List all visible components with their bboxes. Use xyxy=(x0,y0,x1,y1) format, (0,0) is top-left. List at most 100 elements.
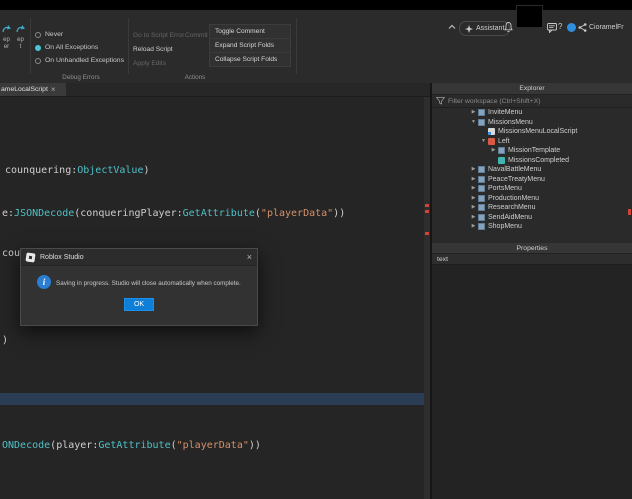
radio-icon xyxy=(35,58,41,64)
gui-icon xyxy=(478,166,485,173)
frame-red-icon xyxy=(488,138,495,145)
localscript-icon xyxy=(488,128,495,135)
error-mark xyxy=(425,232,429,235)
debug-errors-options: Never On All Exceptions On Unhandled Excep… xyxy=(35,28,127,67)
step-label-fragment: er xyxy=(4,44,9,51)
tab-close-icon[interactable]: × xyxy=(51,86,56,94)
chevron-right-icon[interactable]: ▶ xyxy=(469,110,478,115)
tree-item-ProductionMenu[interactable]: ▶ProductionMenu xyxy=(432,194,632,204)
tree-label: MissionsCompleted xyxy=(508,157,569,164)
saving-dialog: Roblox Studio × i Saving in progress. St… xyxy=(20,248,258,326)
dialog-message: Saving in progress. Studio will close au… xyxy=(56,280,241,287)
radio-option[interactable]: On Unhandled Exceptions xyxy=(35,54,127,67)
ok-button[interactable]: OK xyxy=(124,298,154,311)
help-icon[interactable]: ? xyxy=(558,22,562,31)
action-row: Apply Edits xyxy=(133,56,208,70)
error-mark xyxy=(425,210,429,213)
tree-label: Left xyxy=(498,138,510,145)
gui-icon xyxy=(478,214,485,221)
chevron-right-icon[interactable]: ▶ xyxy=(469,224,478,229)
gui-icon xyxy=(478,109,485,116)
radio-icon xyxy=(35,32,41,38)
menu-item[interactable]: Collapse Script Folds xyxy=(210,53,290,66)
radio-option[interactable]: On All Exceptions xyxy=(35,41,127,54)
properties-header: Properties xyxy=(432,243,632,254)
dialog-titlebar[interactable]: Roblox Studio × xyxy=(21,249,257,266)
tree-label: MissionsMenu xyxy=(488,119,533,126)
roblox-logo-icon xyxy=(25,252,35,262)
tree-item-Left[interactable]: ▼ Left xyxy=(432,137,632,147)
tree-item-MissionsMenu[interactable]: ▼ MissionsMenu xyxy=(432,118,632,128)
radio-option[interactable]: Never xyxy=(35,28,127,41)
action-item[interactable]: Apply Edits xyxy=(133,60,166,67)
explorer-filter-input[interactable]: Filter workspace (Ctrl+Shift+X) xyxy=(432,95,632,108)
tab-script[interactable]: ameLocalScript × xyxy=(0,83,66,96)
tree-item-InviteMenu[interactable]: ▶ InviteMenu xyxy=(432,108,632,118)
chevron-right-icon[interactable]: ▶ xyxy=(469,177,478,182)
properties-body xyxy=(432,265,632,499)
tree-item-MissionTemplate[interactable]: ▶ MissionTemplate xyxy=(432,146,632,156)
chevron-right-icon[interactable]: ▶ xyxy=(469,186,478,191)
chevron-right-icon[interactable]: ▶ xyxy=(469,196,478,201)
radio-label: On Unhandled Exceptions xyxy=(45,57,124,64)
step-out-button[interactable]: ep t xyxy=(14,24,27,70)
collapse-ribbon-chevron-up-icon[interactable] xyxy=(448,24,456,30)
tree-item-NavalBattleMenu[interactable]: ▶ NavalBattleMenu xyxy=(432,165,632,175)
chat-icon[interactable] xyxy=(547,23,557,33)
chevron-right-icon[interactable]: ▶ xyxy=(469,215,478,220)
black-panel xyxy=(516,5,543,28)
action-item[interactable]: Reload Script xyxy=(133,46,173,53)
step-arrow-icon xyxy=(16,24,26,34)
gui-icon xyxy=(478,195,485,202)
tree-label: InviteMenu xyxy=(488,109,522,116)
step-over-button[interactable]: ep er xyxy=(0,24,13,70)
tree-item-PeaceTreatyMenu[interactable]: ▶ PeaceTreatyMenu xyxy=(432,175,632,185)
chevron-down-icon[interactable]: ▼ xyxy=(469,120,478,125)
radio-label: On All Exceptions xyxy=(45,44,98,51)
current-line-highlight xyxy=(0,393,424,405)
menu-item[interactable]: Toggle Comment xyxy=(210,25,290,39)
action-item[interactable]: Go to Script Error xyxy=(133,32,185,39)
bell-icon[interactable] xyxy=(504,22,513,33)
tree-item-SendAidMenu[interactable]: ▶ SendAidMenu xyxy=(432,213,632,223)
dialog-close-icon[interactable]: × xyxy=(247,253,252,262)
sparkle-icon xyxy=(465,25,473,33)
tree-item-MissionsCompleted[interactable]: MissionsCompleted xyxy=(432,156,632,166)
step-label-fragment: ep xyxy=(17,37,24,44)
menu-item[interactable]: Expand Script Folds xyxy=(210,39,290,53)
tree-label: SendAidMenu xyxy=(488,214,532,221)
tree-label: NavalBattleMenu xyxy=(488,166,541,173)
step-arrow-icon xyxy=(2,24,12,34)
tree-label: MissionTemplate xyxy=(508,147,560,154)
gui-icon xyxy=(478,176,485,183)
action-item[interactable]: Commit xyxy=(185,32,208,39)
actions-group-label: Actions xyxy=(140,74,250,81)
chevron-right-icon[interactable]: ▶ xyxy=(469,167,478,172)
right-panel: Explorer Filter workspace (Ctrl+Shift+X)… xyxy=(432,83,632,499)
step-label-fragment: t xyxy=(20,44,22,51)
presence-avatar[interactable] xyxy=(567,23,576,32)
share-icon[interactable] xyxy=(578,23,587,32)
code-line: ) xyxy=(2,335,8,347)
gui-icon xyxy=(498,147,505,154)
tree-item-ResearchMenu[interactable]: ▶ResearchMenu xyxy=(432,203,632,213)
filter-placeholder: Filter workspace (Ctrl+Shift+X) xyxy=(448,98,541,105)
dialog-title: Roblox Studio xyxy=(40,254,84,261)
chevron-down-icon[interactable]: ▼ xyxy=(479,139,488,144)
tree-item-MissionsMenuLocalScript[interactable]: MissionsMenuLocalScript xyxy=(432,127,632,137)
properties-filter-input[interactable]: text xyxy=(432,254,632,265)
actions-menu-panel: Toggle CommentExpand Script FoldsCollaps… xyxy=(209,24,291,67)
assistant-button[interactable]: Assistant xyxy=(459,21,510,36)
chevron-right-icon[interactable]: ▶ xyxy=(489,148,498,153)
tree-item-ShopMenu[interactable]: ▶ShopMenu xyxy=(432,222,632,232)
debug-errors-group-label: Debug Errors xyxy=(35,74,127,81)
username-label[interactable]: CioramelFr xyxy=(589,24,624,31)
tree-label: PeaceTreatyMenu xyxy=(488,176,545,183)
code-line: ONDecode(player:GetAttribute("playerData… xyxy=(2,440,261,452)
explorer-error-mark xyxy=(628,209,631,215)
tree-item-PortsMenu[interactable]: ▶PortsMenu xyxy=(432,184,632,194)
info-icon: i xyxy=(37,275,51,289)
explorer-header: Explorer xyxy=(432,83,632,95)
chevron-right-icon[interactable]: ▶ xyxy=(469,205,478,210)
assistant-label: Assistant xyxy=(476,25,504,32)
